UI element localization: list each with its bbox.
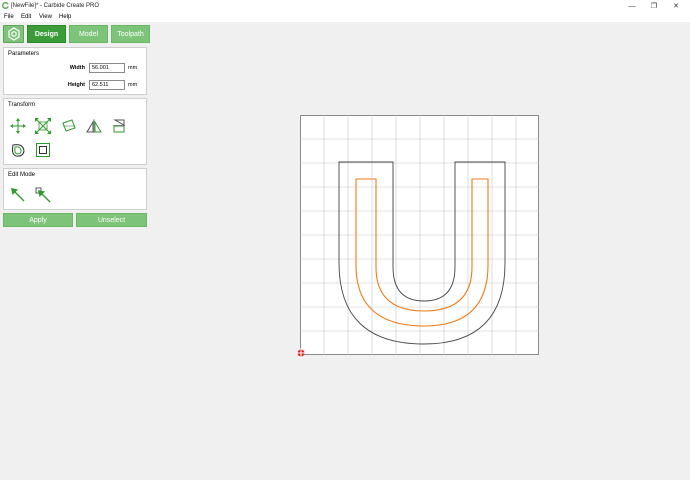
rotate-icon [62, 119, 76, 132]
parameters-title: Parameters [8, 51, 40, 57]
edit-mode-panel: Edit Mode [3, 168, 147, 210]
title-bar: [NewFile]* - Carbide Create PRO — ❐ ✕ [0, 0, 690, 12]
transform-panel: Transform [3, 98, 147, 165]
menu-view[interactable]: View [39, 13, 52, 21]
height-label: Height [67, 82, 85, 88]
scale-tool[interactable] [35, 118, 51, 134]
minimize-button[interactable]: — [621, 0, 643, 12]
width-label: Width [69, 65, 85, 71]
tab-model[interactable]: Model [69, 25, 108, 43]
tab-design[interactable]: Design [27, 25, 66, 43]
settings-button[interactable] [3, 25, 24, 43]
close-button[interactable]: ✕ [665, 0, 687, 12]
align-icon [113, 119, 125, 133]
node-select-mode-tool[interactable] [35, 187, 51, 203]
scale-icon [35, 118, 51, 134]
menu-file[interactable]: File [4, 13, 14, 21]
node-select-arrow-icon [35, 187, 51, 203]
rotate-tool[interactable] [61, 118, 77, 134]
mirror-tool[interactable] [86, 118, 102, 134]
tab-toolpath[interactable]: Toolpath [111, 25, 150, 43]
move-tool[interactable] [10, 118, 26, 134]
unselect-button[interactable]: Unselect [76, 213, 147, 227]
origin-marker-icon [296, 348, 306, 358]
width-field[interactable] [89, 63, 125, 73]
maximize-button[interactable]: ❐ [643, 0, 665, 12]
design-canvas[interactable] [300, 115, 539, 355]
height-unit: mm [128, 82, 138, 88]
select-mode-tool[interactable] [10, 187, 26, 203]
align-tool[interactable] [111, 118, 127, 134]
canvas-svg [300, 115, 539, 355]
menu-edit[interactable]: Edit [21, 13, 31, 21]
parameters-panel: Parameters Width mm Height mm [3, 47, 147, 95]
offset-tool[interactable] [10, 142, 26, 158]
node-edit-tool[interactable] [35, 142, 51, 158]
mirror-icon [86, 119, 102, 133]
height-field[interactable] [89, 80, 125, 90]
move-icon [10, 118, 26, 134]
edit-mode-title: Edit Mode [8, 172, 36, 178]
carbide-logo-icon [2, 2, 9, 9]
gear-icon [7, 27, 20, 41]
width-unit: mm [128, 65, 138, 71]
menu-help[interactable]: Help [59, 13, 71, 21]
window-title: [NewFile]* - Carbide Create PRO [11, 3, 100, 9]
transform-title: Transform [8, 102, 36, 108]
offset-icon [11, 144, 25, 157]
menu-bar: File Edit View Help [0, 12, 690, 22]
apply-button[interactable]: Apply [3, 213, 73, 227]
select-arrow-icon [11, 188, 25, 202]
node-edit-icon [36, 143, 50, 157]
